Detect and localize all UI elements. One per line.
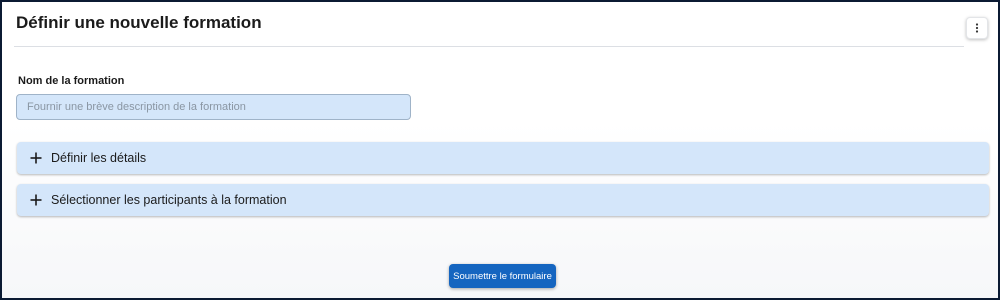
training-name-input[interactable] <box>16 94 411 120</box>
plus-icon <box>29 193 43 207</box>
section-details-toggle[interactable]: Définir les détails <box>17 142 989 174</box>
submit-form-button[interactable]: Soumettre le formulaire <box>449 264 556 288</box>
section-participants-toggle[interactable]: Sélectionner les participants à la forma… <box>17 184 989 216</box>
training-name-label: Nom de la formation <box>18 75 125 87</box>
more-vertical-icon <box>975 23 979 33</box>
section-participants-label: Sélectionner les participants à la forma… <box>51 193 287 207</box>
page-title: Définir une nouvelle formation <box>16 13 262 32</box>
section-details-label: Définir les détails <box>51 151 147 165</box>
page-header: Définir une nouvelle formation <box>14 2 964 47</box>
app-window: Définir une nouvelle formation Nom de la… <box>0 0 1000 300</box>
plus-icon <box>29 151 43 165</box>
more-options-button[interactable] <box>966 17 988 39</box>
